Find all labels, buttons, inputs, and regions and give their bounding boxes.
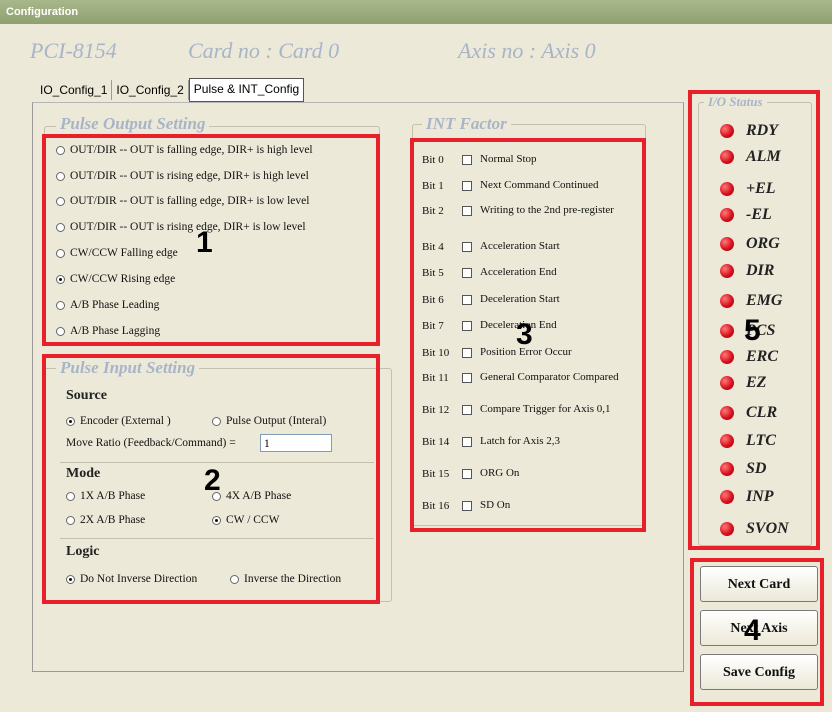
annotation-number-5: 5 [744, 314, 761, 347]
annotation-number-3: 3 [516, 318, 533, 351]
annotation-number-4: 4 [744, 614, 761, 647]
pulse-output-title: Pulse Output Setting [56, 114, 210, 134]
tab-io-config-2[interactable]: IO_Config_2 [112, 80, 189, 100]
int-factor-title: INT Factor [422, 114, 511, 134]
card-model-label: PCI-8154 [30, 38, 117, 63]
annotation-number-2: 2 [204, 464, 221, 497]
window-titlebar: Configuration [0, 0, 832, 24]
annotation-number-1: 1 [196, 226, 213, 259]
tab-io-config-1[interactable]: IO_Config_1 [36, 80, 113, 100]
axis-no-label: Axis no : Axis 0 [458, 38, 596, 63]
tab-strip: IO_Config_1 IO_Config_2 Pulse & INT_Conf… [36, 78, 305, 102]
card-no-label: Card no : Card 0 [188, 38, 340, 63]
tab-pulse-int-config[interactable]: Pulse & INT_Config [188, 78, 305, 102]
